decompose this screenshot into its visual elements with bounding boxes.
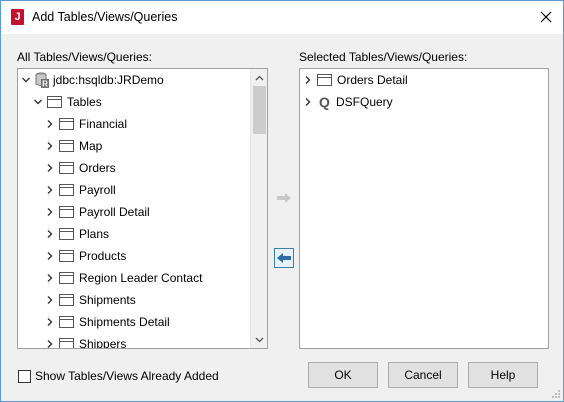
chevron-right-icon[interactable] xyxy=(302,96,314,108)
tree-item[interactable]: Shipments xyxy=(44,290,136,310)
chevron-right-icon[interactable] xyxy=(44,272,56,284)
chevron-up-icon xyxy=(255,75,264,80)
tree-item-label: Shippers xyxy=(79,337,127,349)
table-icon xyxy=(59,316,74,328)
svg-text:R: R xyxy=(42,80,48,89)
add-selected-button[interactable] xyxy=(274,188,294,208)
selected-item[interactable]: Q DSFQuery xyxy=(302,92,393,112)
vertical-scrollbar[interactable] xyxy=(250,69,267,348)
table-icon xyxy=(59,250,74,262)
chevron-right-icon[interactable] xyxy=(44,294,56,306)
table-icon xyxy=(59,118,74,130)
scroll-thumb[interactable] xyxy=(253,86,266,134)
table-icon xyxy=(317,74,332,86)
title-bar: J Add Tables/Views/Queries xyxy=(1,1,563,34)
table-icon xyxy=(59,162,74,174)
tree-item-label: Payroll Detail xyxy=(79,205,150,219)
tree-item[interactable]: Map xyxy=(44,136,102,156)
tree-item-label: Products xyxy=(79,249,127,263)
chevron-right-icon[interactable] xyxy=(44,206,56,218)
chevron-right-icon[interactable] xyxy=(44,228,56,240)
arrow-right-icon xyxy=(277,193,291,203)
tree-item[interactable]: Plans xyxy=(44,224,109,244)
scroll-up-button[interactable] xyxy=(251,69,267,86)
show-already-added-checkbox[interactable] xyxy=(18,370,31,383)
tree-item[interactable]: Financial xyxy=(44,114,127,134)
tree-item[interactable]: Products xyxy=(44,246,126,266)
tree-item[interactable]: Region Leader Contact xyxy=(44,268,202,288)
tree-item[interactable]: Payroll xyxy=(44,180,116,200)
chevron-right-icon[interactable] xyxy=(44,140,56,152)
selected-item-label: DSFQuery xyxy=(336,95,393,109)
tree-item-label: Shipments Detail xyxy=(79,315,170,329)
tree-item-label: Financial xyxy=(79,117,128,131)
app-icon: J xyxy=(11,9,24,25)
datasource-label: jdbc:hsqldb:JRDemo xyxy=(53,73,164,87)
close-button[interactable] xyxy=(535,6,557,28)
all-tables-tree[interactable]: R jdbc:hsqldb:JRDemo Tables Financial Ma… xyxy=(17,68,268,349)
chevron-down-icon[interactable] xyxy=(32,96,44,108)
table-icon xyxy=(59,338,74,348)
tree-row-tables-group[interactable]: Tables xyxy=(32,92,102,112)
table-icon xyxy=(59,228,74,240)
add-tables-dialog: J Add Tables/Views/Queries All Tables/Vi… xyxy=(0,0,564,402)
scroll-down-button[interactable] xyxy=(251,331,267,348)
close-icon xyxy=(540,11,552,23)
selected-tables-label: Selected Tables/Views/Queries: xyxy=(299,50,468,64)
tree-item-label: Plans xyxy=(79,227,110,241)
all-tables-label: All Tables/Views/Queries: xyxy=(17,50,152,64)
ok-button[interactable]: OK xyxy=(308,362,378,388)
dialog-title: Add Tables/Views/Queries xyxy=(32,10,178,24)
chevron-right-icon[interactable] xyxy=(44,338,56,348)
database-icon: R xyxy=(35,72,49,88)
table-icon xyxy=(59,140,74,152)
selected-item-label: Orders Detail xyxy=(337,73,408,87)
tree-item[interactable]: Orders xyxy=(44,158,116,178)
selected-tables-list[interactable]: Orders Detail Q DSFQuery xyxy=(299,68,549,349)
chevron-right-icon[interactable] xyxy=(44,118,56,130)
help-button[interactable]: Help xyxy=(468,362,538,388)
chevron-right-icon[interactable] xyxy=(302,74,314,86)
table-icon xyxy=(59,184,74,196)
tree-item-label: Region Leader Contact xyxy=(79,271,203,285)
show-already-added-label[interactable]: Show Tables/Views Already Added xyxy=(35,369,219,383)
cancel-button[interactable]: Cancel xyxy=(388,362,458,388)
tree-item-label: Map xyxy=(79,139,103,153)
tree-item[interactable]: Payroll Detail xyxy=(44,202,150,222)
tree-item[interactable]: Shippers xyxy=(44,334,127,349)
table-folder-icon xyxy=(47,96,62,108)
table-icon xyxy=(59,294,74,306)
selected-item[interactable]: Orders Detail xyxy=(302,70,408,90)
chevron-down-icon xyxy=(255,337,264,342)
tree-item-label: Payroll xyxy=(79,183,116,197)
chevron-right-icon[interactable] xyxy=(44,162,56,174)
tree-item[interactable]: Shipments Detail xyxy=(44,312,170,332)
table-icon xyxy=(59,206,74,218)
chevron-right-icon[interactable] xyxy=(44,184,56,196)
chevron-down-icon[interactable] xyxy=(20,74,32,86)
chevron-right-icon[interactable] xyxy=(44,250,56,262)
tables-group-label: Tables xyxy=(67,95,102,109)
resize-grip-icon[interactable] xyxy=(551,389,561,399)
remove-selected-button[interactable] xyxy=(274,248,294,268)
chevron-right-icon[interactable] xyxy=(44,316,56,328)
arrow-left-icon xyxy=(277,253,291,263)
table-icon xyxy=(59,272,74,284)
tree-row-datasource[interactable]: R jdbc:hsqldb:JRDemo xyxy=(20,70,164,90)
query-icon: Q xyxy=(319,94,330,110)
tree-item-label: Orders xyxy=(79,161,116,175)
tree-item-label: Shipments xyxy=(79,293,136,307)
